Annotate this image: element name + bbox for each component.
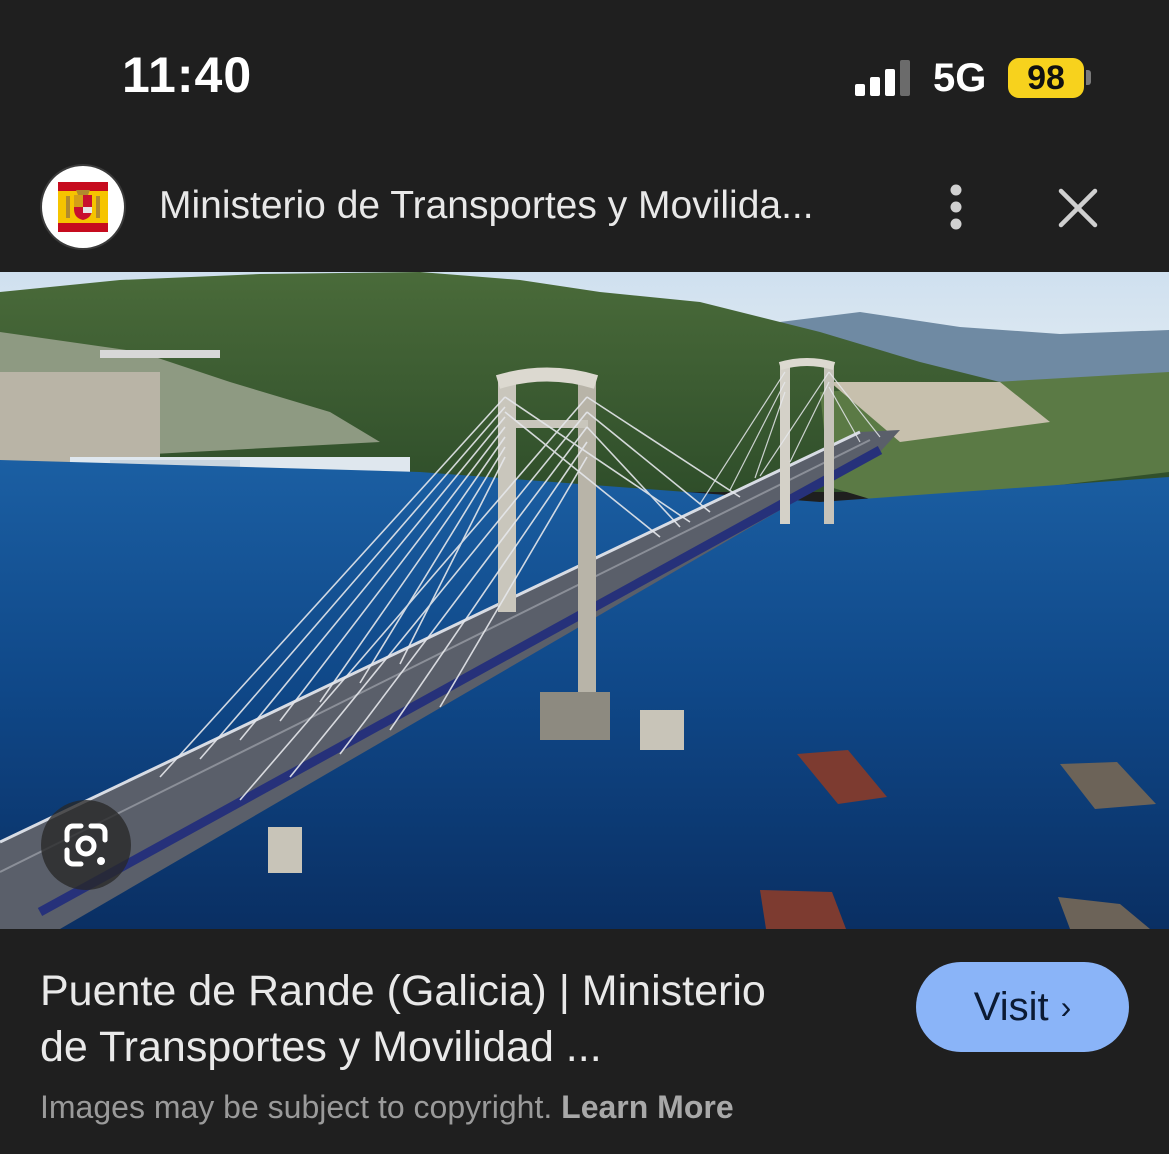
logo-shield [66,190,100,220]
chevron-right-icon: › [1060,989,1072,1025]
visit-label: Visit [973,985,1049,1029]
screen: 11:40 5G 98 Ministerio de Transportes y … [0,0,1169,1154]
result-title[interactable]: Puente de Rande (Galicia) | Ministerio d… [40,963,880,1075]
spain-coat-of-arms-icon[interactable] [42,166,124,248]
battery-indicator: 98 [1008,58,1084,98]
learn-more-link[interactable]: Learn More [561,1089,733,1125]
status-time: 11:40 [122,47,253,103]
more-vert-icon[interactable] [934,178,978,238]
google-lens-icon [64,823,108,867]
status-bar: 11:40 5G 98 [0,0,1169,150]
cellular-signal-icon [855,60,910,96]
visit-button[interactable]: Visit › [916,962,1129,1052]
source-header: Ministerio de Transportes y Movilida... [0,150,1169,272]
copyright-notice: Images may be subject to copyright. Lear… [40,1089,734,1126]
source-site-name[interactable]: Ministerio de Transportes y Movilida... [159,184,814,228]
close-icon[interactable] [1050,180,1106,236]
network-type: 5G [933,56,987,100]
google-lens-button[interactable] [41,800,131,890]
logo-emblem [58,182,108,232]
battery-tip [1086,70,1091,85]
copyright-text: Images may be subject to copyright. [40,1089,553,1125]
bridge-photo [0,272,1169,929]
result-title-line-2: de Transportes y Movilidad ... [40,1023,602,1071]
result-image[interactable] [0,272,1169,929]
result-caption: Puente de Rande (Galicia) | Ministerio d… [0,929,1169,1154]
result-title-line-1: Puente de Rande (Galicia) | Ministerio [40,967,766,1015]
